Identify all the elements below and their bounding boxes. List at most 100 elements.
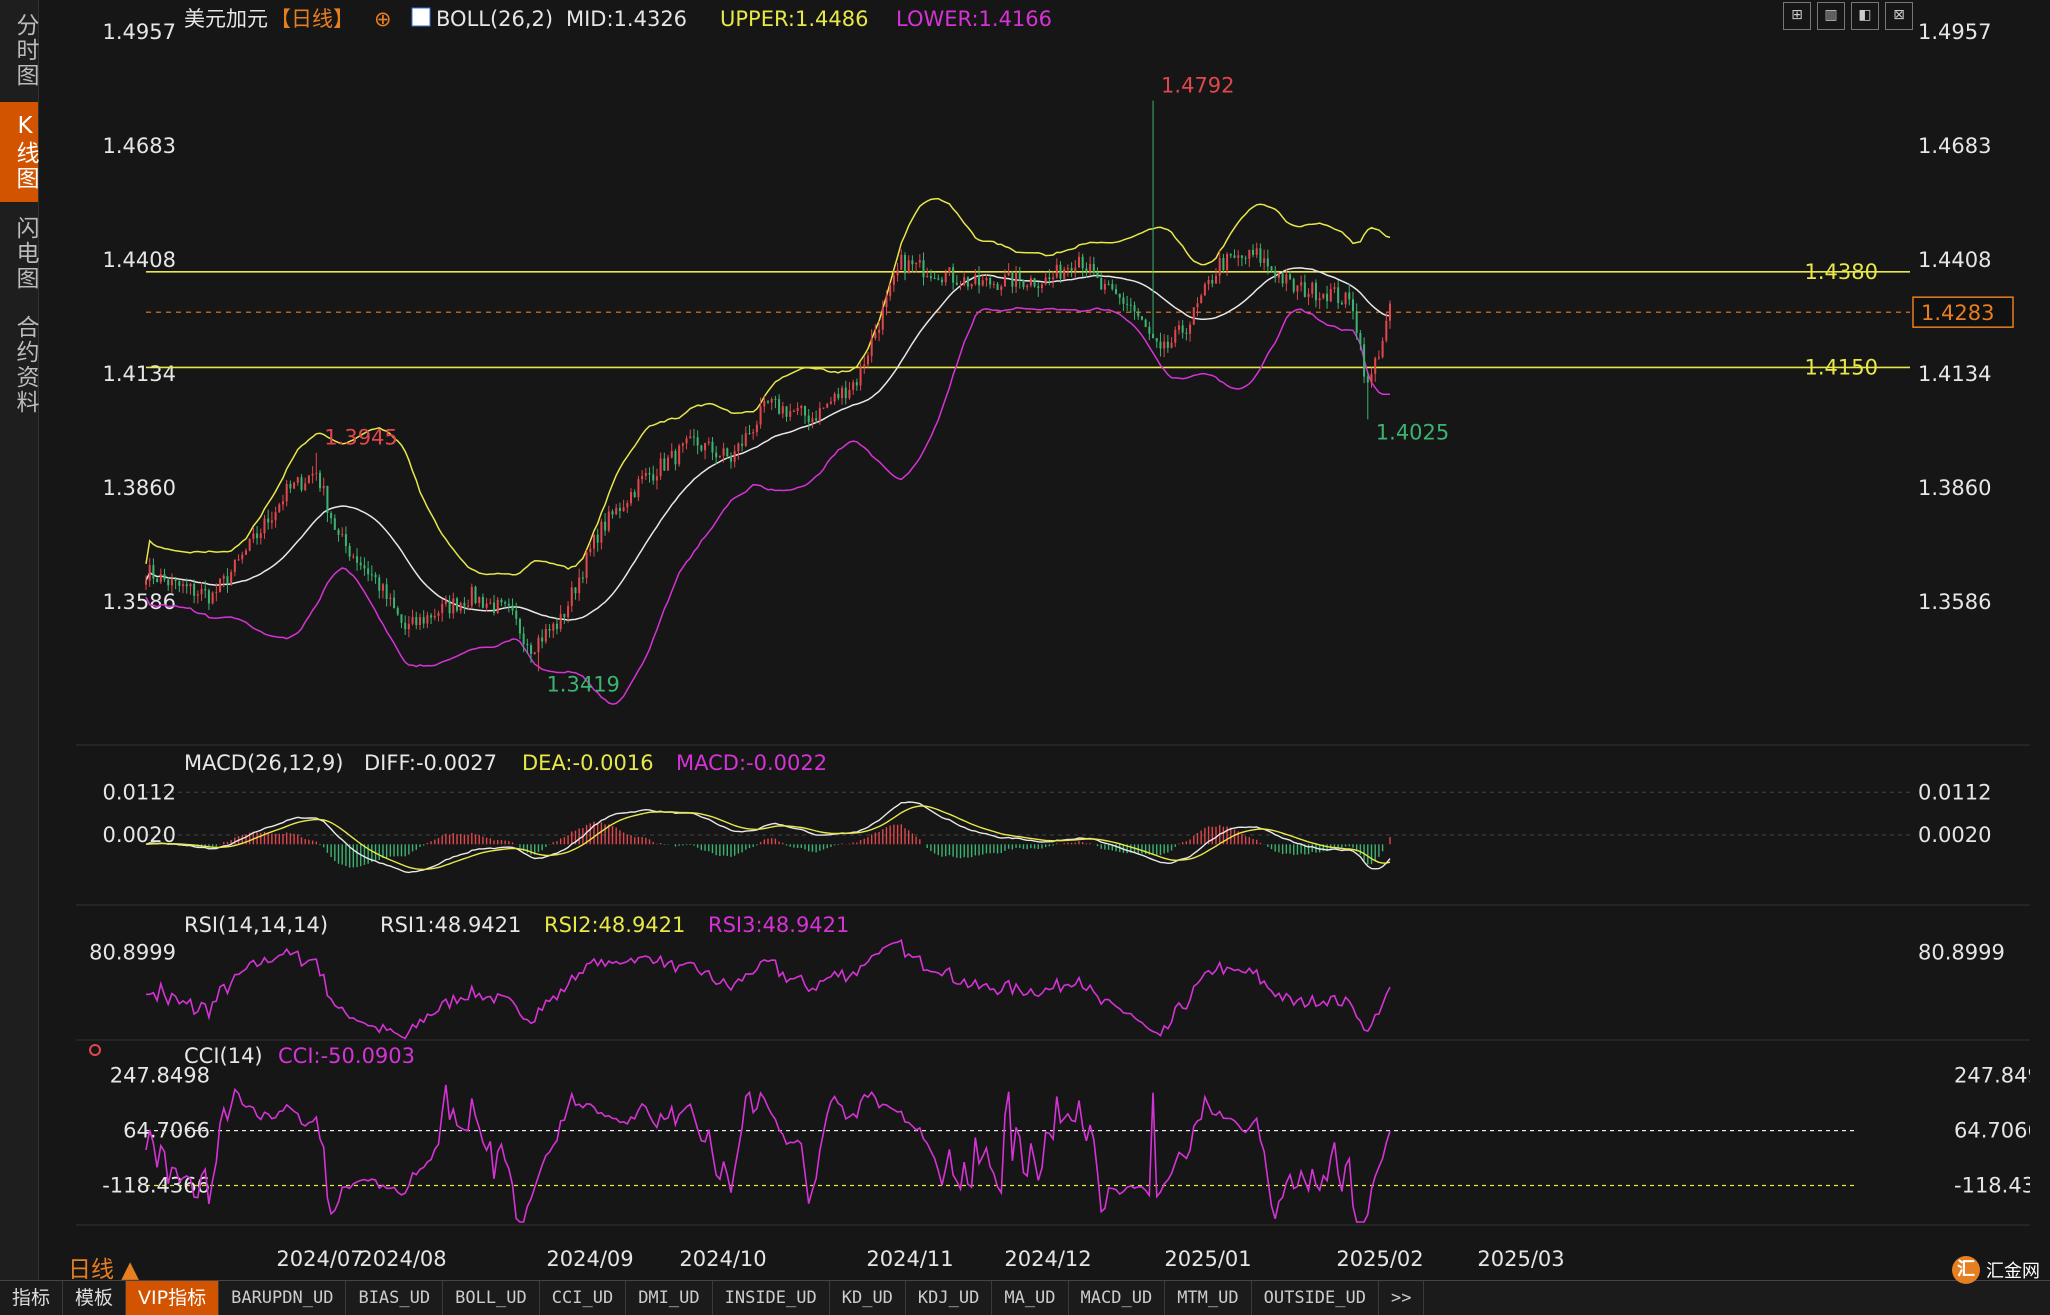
candle-body: [230, 572, 233, 585]
candle-body: [626, 503, 629, 508]
candle-body: [704, 443, 707, 451]
candle-body: [1107, 283, 1110, 285]
indicator-tab-11[interactable]: MA_UD: [992, 1281, 1069, 1315]
candle-body: [226, 576, 229, 585]
candle-body: [855, 382, 858, 386]
candle-body: [1274, 270, 1277, 278]
kline-chart[interactable]: 1.4957 1.4957 1.4683 1.4683 1.4408 1.4408 1.41…: [38, 0, 2030, 1280]
candle-body: [711, 441, 714, 453]
candle-body: [766, 401, 770, 403]
candle-body: [285, 483, 288, 502]
candle-body: [644, 473, 647, 476]
candle-body: [981, 280, 984, 286]
candle-body: [237, 559, 240, 561]
candle-body: [344, 534, 347, 546]
candle-body: [233, 559, 236, 573]
macd-diff-value: DIFF:-0.0027: [364, 751, 497, 775]
candle-body: [263, 518, 266, 534]
candle-body: [1059, 264, 1062, 279]
candle-body: [1385, 320, 1388, 341]
candle-body: [1207, 279, 1210, 285]
candle-body: [1289, 274, 1292, 280]
grid-icon[interactable]: ⊞: [1783, 2, 1811, 30]
indicator-tab-8[interactable]: INSIDE_UD: [713, 1281, 830, 1315]
candle-body: [300, 477, 303, 491]
candle-body: [1070, 268, 1073, 271]
left-tab-1[interactable]: K线图: [0, 102, 38, 202]
cci-marker-icon: [89, 1044, 101, 1056]
left-tab-2[interactable]: 闪电图: [0, 203, 38, 303]
indicator-tab-3[interactable]: BARUPDN_UD: [219, 1281, 347, 1315]
indicator-tab-12[interactable]: MACD_UD: [1069, 1281, 1166, 1315]
candle-body: [1033, 278, 1036, 287]
candle-body: [311, 473, 314, 476]
candle-body: [629, 491, 633, 504]
candle-body: [829, 401, 832, 404]
candle-body: [804, 405, 807, 416]
candle-body: [244, 550, 247, 555]
candle-body: [1192, 307, 1195, 325]
candle-body: [1363, 344, 1366, 377]
candle-body: [922, 260, 925, 278]
candle-body: [878, 329, 881, 333]
candle-body: [1203, 284, 1206, 296]
period-label[interactable]: 日线 ▲: [68, 1250, 139, 1284]
candle-body: [1126, 303, 1129, 305]
candle-body: [1344, 292, 1347, 305]
indicator-tab-4[interactable]: BIAS_UD: [346, 1281, 444, 1315]
candle-body: [330, 512, 333, 519]
candle-body: [822, 407, 825, 409]
candle-body: [1029, 278, 1032, 286]
indicator-tab-9[interactable]: KD_UD: [830, 1281, 906, 1315]
candle-body: [463, 602, 466, 606]
indicator-tab-2[interactable]: VIP指标: [126, 1281, 220, 1315]
candle-body: [940, 279, 944, 283]
indicator-tab-7[interactable]: DMI_UD: [626, 1281, 713, 1315]
candle-body: [393, 597, 396, 609]
candle-body: [718, 455, 721, 458]
candle-body: [544, 628, 547, 642]
candle-body: [1052, 277, 1055, 280]
candle-body: [978, 275, 981, 286]
candle-body: [1340, 302, 1343, 305]
candle-body: [555, 623, 558, 630]
candle-body: [270, 520, 273, 523]
candle-body: [1237, 255, 1240, 258]
candle-body: [944, 272, 947, 283]
candle-body: [526, 644, 529, 646]
candle-body: [1085, 268, 1088, 272]
candle-body: [1218, 257, 1221, 276]
x-tick: 2025/01: [1164, 1247, 1251, 1271]
candle-body: [307, 475, 310, 484]
boll-title: BOLL(26,2): [436, 7, 553, 31]
indicator-tab-5[interactable]: BOLL_UD: [443, 1281, 540, 1315]
candle-body: [400, 614, 403, 623]
candle-body: [1255, 248, 1258, 255]
candle-body: [1248, 249, 1251, 259]
indicator-tab-0[interactable]: 指标: [0, 1281, 64, 1315]
chart-icon[interactable]: ▥: [1817, 2, 1845, 30]
indicator-tab-1[interactable]: 模板: [63, 1281, 127, 1315]
candle-body: [985, 277, 988, 281]
candle-body: [722, 448, 725, 456]
rsi-line: [146, 939, 1391, 1040]
candle-body: [1144, 319, 1147, 327]
candle-body: [963, 277, 966, 285]
left-tab-0[interactable]: 分时图: [0, 0, 38, 100]
candle-body: [474, 586, 477, 603]
indicator-tab-10[interactable]: KDJ_UD: [906, 1281, 993, 1315]
indicator-icon[interactable]: ◧: [1851, 2, 1879, 30]
indicator-tab-15[interactable]: >>: [1379, 1281, 1425, 1315]
close-icon[interactable]: ⊠: [1885, 2, 1913, 30]
indicator-tab-14[interactable]: OUTSIDE_UD: [1252, 1281, 1379, 1315]
candle-body: [144, 580, 148, 585]
candle-body: [174, 579, 177, 581]
candle-body: [493, 602, 496, 613]
candle-body: [1022, 279, 1025, 288]
chart-toolbar: ⊞ ▥ ◧ ⊠: [1783, 2, 1913, 30]
indicator-tab-13[interactable]: MTM_UD: [1165, 1281, 1252, 1315]
left-tab-3[interactable]: 合约资料: [0, 305, 38, 425]
indicator-tab-6[interactable]: CCI_UD: [540, 1281, 627, 1315]
candle-body: [885, 296, 888, 307]
candle-body: [318, 472, 322, 489]
